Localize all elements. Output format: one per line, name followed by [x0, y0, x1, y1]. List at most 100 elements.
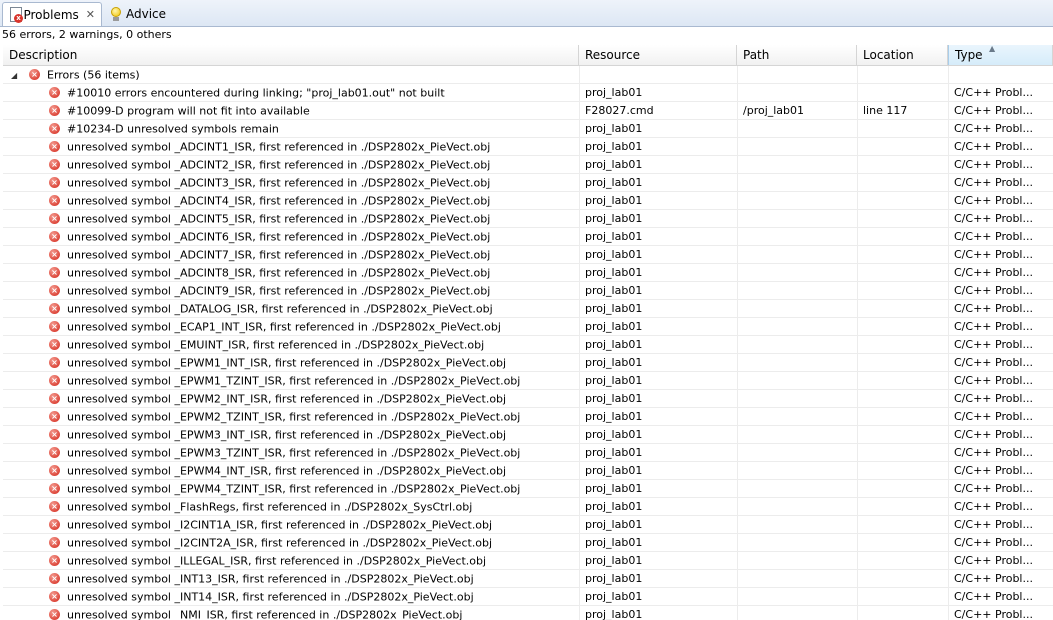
description-text: unresolved symbol _ADCINT6_ISR, first re… — [67, 230, 491, 244]
table-row[interactable]: × unresolved symbol _EPWM4_TZINT_ISR, fir… — [3, 480, 1053, 498]
resource-cell: proj_lab01 — [579, 480, 737, 498]
type-cell: C/C++ Probl... — [948, 516, 1053, 534]
resource-cell: proj_lab01 — [579, 300, 737, 318]
table-row[interactable]: × unresolved symbol _ADCINT7_ISR, first r… — [3, 246, 1053, 264]
table-row[interactable]: × unresolved symbol _ILLEGAL_ISR, first r… — [3, 552, 1053, 570]
description-cell: × unresolved symbol _ADCINT1_ISR, first r… — [3, 138, 579, 156]
table-row[interactable]: × unresolved symbol _ADCINT4_ISR, first r… — [3, 192, 1053, 210]
resource-cell: proj_lab01 — [579, 246, 737, 264]
path-cell — [737, 480, 857, 498]
resource-cell: proj_lab01 — [579, 210, 737, 228]
description-cell: × unresolved symbol _EPWM3_TZINT_ISR, fir… — [3, 444, 579, 462]
location-cell — [857, 246, 948, 264]
table-row[interactable]: × unresolved symbol _NMI_ISR, first refer… — [3, 606, 1053, 620]
description-text: unresolved symbol _INT14_ISR, first refe… — [67, 590, 474, 604]
table-row[interactable]: × unresolved symbol _ADCINT2_ISR, first r… — [3, 156, 1053, 174]
description-text: unresolved symbol _I2CINT2A_ISR, first r… — [67, 536, 493, 550]
table-row[interactable]: × unresolved symbol _FlashRegs, first ref… — [3, 498, 1053, 516]
table-row[interactable]: × unresolved symbol _EMUINT_ISR, first re… — [3, 336, 1053, 354]
column-header-resource[interactable]: Resource — [579, 45, 737, 65]
path-cell — [737, 336, 857, 354]
resource-cell: proj_lab01 — [579, 336, 737, 354]
location-cell — [857, 264, 948, 282]
resource-cell: proj_lab01 — [579, 138, 737, 156]
table-row[interactable]: × unresolved symbol _EPWM2_INT_ISR, first… — [3, 390, 1053, 408]
location-cell — [857, 210, 948, 228]
table-header: Description Resource Path Location Type … — [3, 44, 1053, 66]
description-text: unresolved symbol _I2CINT1A_ISR, first r… — [67, 518, 493, 532]
table-row[interactable]: × unresolved symbol _EPWM3_INT_ISR, first… — [3, 426, 1053, 444]
path-cell — [737, 300, 857, 318]
table-row[interactable]: × unresolved symbol _ADCINT5_ISR, first r… — [3, 210, 1053, 228]
path-cell — [737, 372, 857, 390]
resource-cell: proj_lab01 — [579, 372, 737, 390]
description-text: unresolved symbol _ADCINT8_ISR, first re… — [67, 266, 491, 280]
sort-ascending-icon: ▲ — [989, 44, 996, 53]
table-row[interactable]: × unresolved symbol _ADCINT6_ISR, first r… — [3, 228, 1053, 246]
column-header-path[interactable]: Path — [737, 45, 857, 65]
path-cell — [737, 444, 857, 462]
table-row[interactable]: × #10099-D program will not fit into avai… — [3, 102, 1053, 120]
table-row[interactable]: × unresolved symbol _EPWM4_INT_ISR, first… — [3, 462, 1053, 480]
resource-cell: proj_lab01 — [579, 282, 737, 300]
type-cell: C/C++ Probl... — [948, 156, 1053, 174]
type-cell: C/C++ Probl... — [948, 138, 1053, 156]
type-cell: C/C++ Probl... — [948, 606, 1053, 620]
path-cell — [737, 264, 857, 282]
table-row[interactable]: × unresolved symbol _DATALOG_ISR, first r… — [3, 300, 1053, 318]
error-icon: × — [49, 86, 60, 98]
table-row[interactable]: × unresolved symbol _EPWM3_TZINT_ISR, fir… — [3, 444, 1053, 462]
table-row[interactable]: × unresolved symbol _EPWM1_TZINT_ISR, fir… — [3, 372, 1053, 390]
table-row[interactable]: × unresolved symbol _EPWM2_TZINT_ISR, fir… — [3, 408, 1053, 426]
error-icon: × — [29, 68, 40, 80]
description-cell: × unresolved symbol _ILLEGAL_ISR, first r… — [3, 552, 579, 570]
table-row[interactable]: × #10234-D unresolved symbols remain proj_… — [3, 120, 1053, 138]
close-icon[interactable]: ✕ — [86, 8, 95, 21]
description-cell: × unresolved symbol _ADCINT8_ISR, first r… — [3, 264, 579, 282]
description-cell: × unresolved symbol _ADCINT4_ISR, first r… — [3, 192, 579, 210]
location-cell — [857, 138, 948, 156]
table-row[interactable]: × unresolved symbol _ECAP1_INT_ISR, first… — [3, 318, 1053, 336]
location-cell — [857, 570, 948, 588]
description-text: unresolved symbol _DATALOG_ISR, first re… — [67, 302, 493, 316]
type-cell: C/C++ Probl... — [948, 390, 1053, 408]
location-cell — [857, 534, 948, 552]
column-header-description[interactable]: Description — [3, 45, 579, 65]
table-row[interactable]: × unresolved symbol _EPWM1_INT_ISR, first… — [3, 354, 1053, 372]
description-cell: × unresolved symbol _ADCINT6_ISR, first r… — [3, 228, 579, 246]
description-cell: × unresolved symbol _DATALOG_ISR, first r… — [3, 300, 579, 318]
description-cell: × unresolved symbol _ADCINT3_ISR, first r… — [3, 174, 579, 192]
error-icon: × — [49, 356, 60, 368]
path-cell — [737, 174, 857, 192]
table-row[interactable]: × unresolved symbol _I2CINT2A_ISR, first … — [3, 534, 1053, 552]
error-icon: × — [49, 410, 60, 422]
type-cell: C/C++ Probl... — [948, 84, 1053, 102]
description-cell: × unresolved symbol _INT13_ISR, first ref… — [3, 570, 579, 588]
tab-advice[interactable]: Advice — [104, 2, 184, 26]
expand-toggle-icon[interactable]: ◢ — [11, 67, 21, 84]
path-cell — [737, 210, 857, 228]
type-cell: C/C++ Probl... — [948, 336, 1053, 354]
column-header-location[interactable]: Location — [857, 45, 948, 65]
description-cell: × unresolved symbol _FlashRegs, first ref… — [3, 498, 579, 516]
type-cell: C/C++ Probl... — [948, 300, 1053, 318]
error-icon: × — [49, 284, 60, 296]
description-text: unresolved symbol _EPWM1_INT_ISR, first … — [67, 356, 507, 370]
description-cell: × unresolved symbol _EPWM4_INT_ISR, first… — [3, 462, 579, 480]
resource-cell: proj_lab01 — [579, 156, 737, 174]
table-row[interactable]: × unresolved symbol _INT14_ISR, first ref… — [3, 588, 1053, 606]
table-row[interactable]: × unresolved symbol _ADCINT1_ISR, first r… — [3, 138, 1053, 156]
tab-problems[interactable]: x Problems ✕ — [2, 2, 102, 26]
column-header-type[interactable]: Type ▲ — [948, 44, 1053, 65]
group-row-errors[interactable]: ◢ × Errors (56 items) — [3, 66, 1053, 84]
location-cell — [857, 282, 948, 300]
table-row[interactable]: × unresolved symbol _I2CINT1A_ISR, first … — [3, 516, 1053, 534]
table-row[interactable]: × unresolved symbol _ADCINT8_ISR, first r… — [3, 264, 1053, 282]
table-row[interactable]: × unresolved symbol _INT13_ISR, first ref… — [3, 570, 1053, 588]
error-icon: × — [49, 374, 60, 386]
table-row[interactable]: × unresolved symbol _ADCINT3_ISR, first r… — [3, 174, 1053, 192]
table-row[interactable]: × #10010 errors encountered during linkin… — [3, 84, 1053, 102]
table-row[interactable]: × unresolved symbol _ADCINT9_ISR, first r… — [3, 282, 1053, 300]
description-text: unresolved symbol _ADCINT7_ISR, first re… — [67, 248, 491, 262]
path-cell — [737, 192, 857, 210]
